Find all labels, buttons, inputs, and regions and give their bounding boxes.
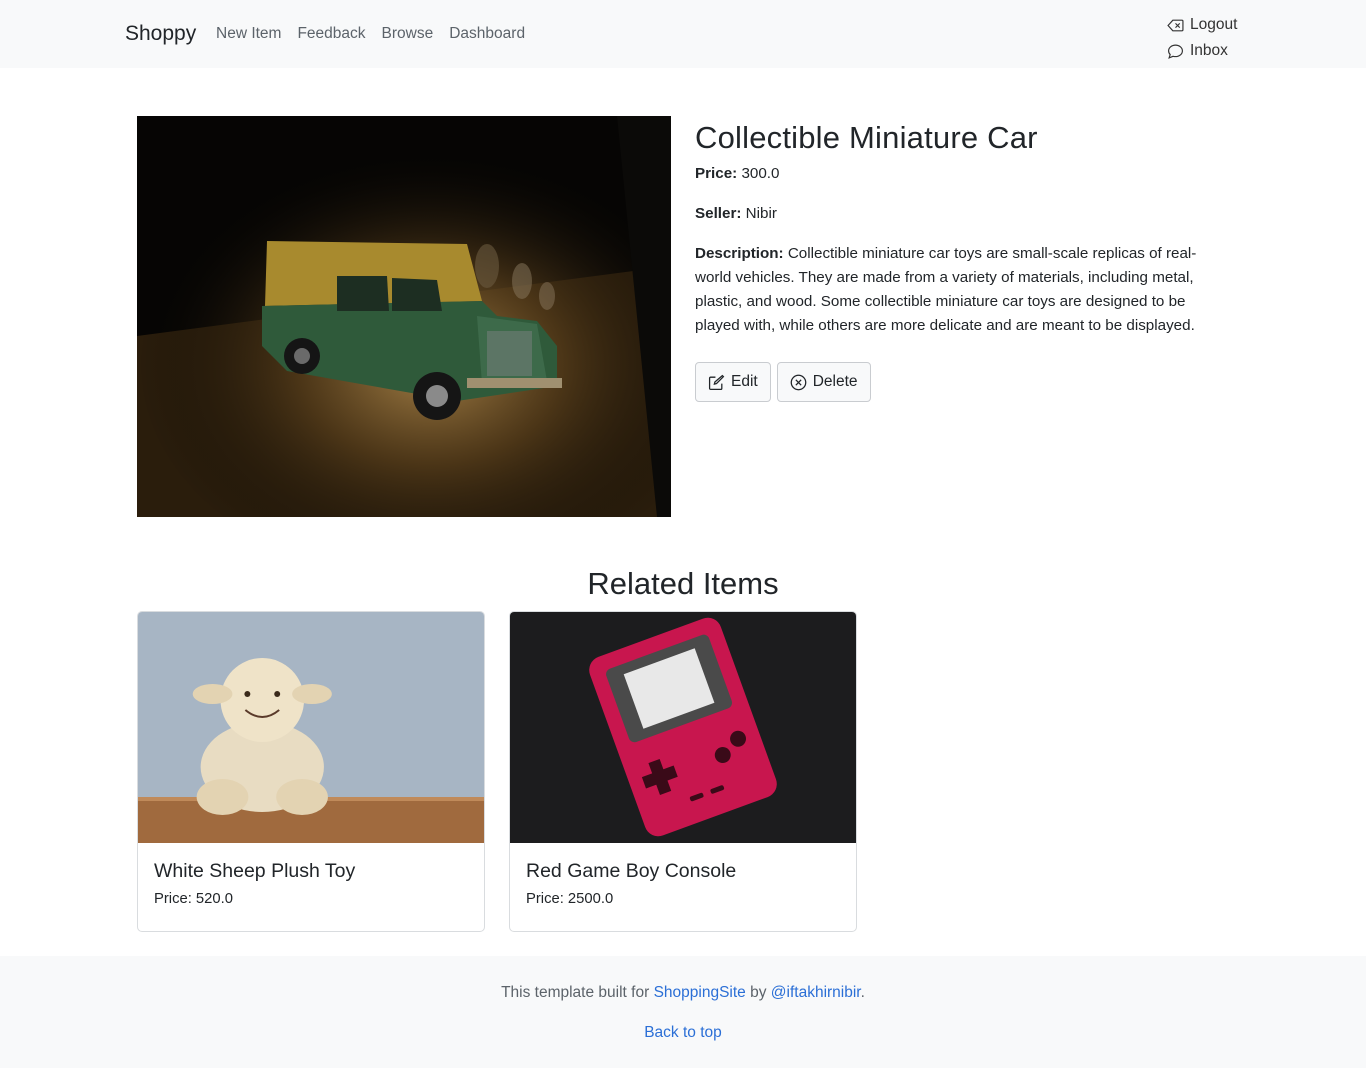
price-value: 300.0 — [741, 165, 780, 182]
seller-value: Nibir — [745, 205, 777, 222]
logout-link[interactable]: Logout — [1167, 12, 1237, 38]
product-price: Price: 300.0 — [695, 162, 779, 186]
nav-new-item[interactable]: New Item — [216, 25, 281, 43]
nav-links: New Item Feedback Browse Dashboard — [216, 25, 541, 43]
product-description: Description: Collectible miniature car t… — [695, 242, 1225, 338]
sheep-plush-image — [138, 612, 484, 843]
navbar: Shoppy New Item Feedback Browse Dashboar… — [0, 0, 1366, 68]
footer-by: by — [750, 984, 767, 1001]
delete-button[interactable]: Delete — [776, 362, 871, 402]
footer-text: This template built for — [501, 984, 650, 1001]
related-item-card[interactable]: Red Game Boy Console Price: 2500.0 — [509, 611, 857, 932]
card-title: Red Game Boy Console — [526, 860, 737, 882]
nav-browse[interactable]: Browse — [382, 25, 434, 43]
card-body: Red Game Boy Console Price: 2500.0 — [510, 843, 856, 922]
nav-dashboard[interactable]: Dashboard — [449, 25, 525, 43]
logout-label: Logout — [1190, 16, 1238, 33]
shoppingsite-link[interactable]: ShoppingSite — [654, 984, 746, 1001]
related-item-card[interactable]: White Sheep Plush Toy Price: 520.0 — [137, 611, 485, 932]
footer: This template built for ShoppingSite by … — [0, 956, 1366, 1068]
card-price: Price: 520.0 — [154, 891, 233, 907]
game-boy-image — [510, 612, 856, 843]
nav-user-menu: Logout Inbox — [1167, 12, 1237, 64]
footer-back: Back to top — [0, 1024, 1366, 1042]
edit-button[interactable]: Edit — [695, 362, 771, 402]
back-to-top-link[interactable]: Back to top — [644, 1024, 722, 1041]
product-image — [137, 116, 671, 517]
card-title: White Sheep Plush Toy — [154, 860, 356, 882]
edit-label: Edit — [731, 373, 758, 390]
product-seller: Seller: Nibir — [695, 202, 777, 226]
brand-link[interactable]: Shoppy — [125, 22, 196, 46]
delete-label: Delete — [812, 373, 858, 390]
chat-icon — [1168, 44, 1183, 59]
inbox-label: Inbox — [1190, 42, 1228, 59]
seller-label: Seller: — [695, 205, 742, 222]
pencil-square-icon — [708, 374, 725, 390]
inbox-link[interactable]: Inbox — [1167, 38, 1237, 64]
product-title: Collectible Miniature Car — [695, 120, 1038, 155]
backspace-icon — [1167, 19, 1184, 31]
product-detail: Collectible Miniature Car Price: 300.0 S… — [695, 116, 1235, 402]
nav-feedback[interactable]: Feedback — [297, 25, 365, 43]
related-items-heading: Related Items — [587, 566, 779, 601]
card-price: Price: 2500.0 — [526, 891, 614, 907]
price-label: Price: — [695, 165, 738, 182]
x-circle-icon — [790, 374, 807, 390]
footer-credit: This template built for ShoppingSite by … — [0, 984, 1366, 1002]
description-label: Description: — [695, 245, 784, 262]
card-body: White Sheep Plush Toy Price: 520.0 — [138, 843, 484, 922]
action-buttons: Edit Delete — [695, 362, 871, 402]
footer-period: . — [860, 984, 865, 1001]
author-link[interactable]: @iftakhirnibir — [771, 984, 861, 1001]
